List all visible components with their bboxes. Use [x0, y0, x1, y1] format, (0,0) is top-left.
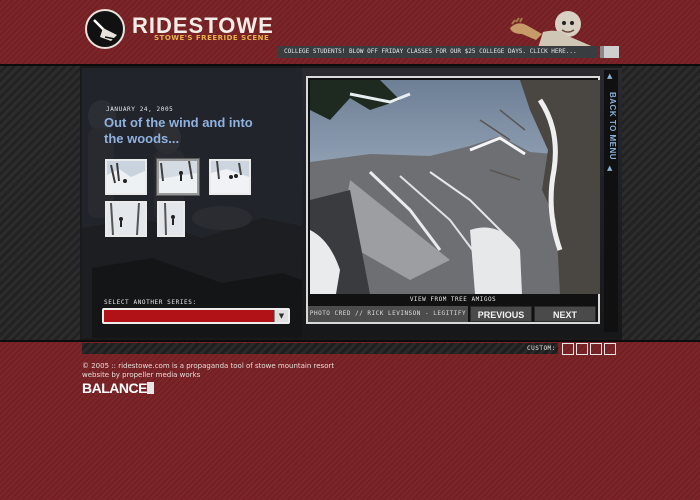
custom-swatch-1[interactable] — [562, 343, 574, 355]
story-headline: Out of the wind and into the woods... — [104, 115, 253, 146]
main-stage: JANUARY 24, 2005 Out of the wind and int… — [0, 64, 700, 342]
balance-logo[interactable]: BALANCE — [82, 380, 147, 396]
triangle-up-icon: ▲ — [607, 72, 613, 80]
custom-swatch-4[interactable] — [604, 343, 616, 355]
footer-credit-link[interactable]: website by propeller media works — [82, 371, 200, 379]
site-header: RIDESTOWE STOWE'S FREERIDE SCENE COLLEGE… — [0, 0, 700, 64]
next-button[interactable]: NEXT — [534, 306, 596, 322]
custom-swatch-3[interactable] — [590, 343, 602, 355]
logo-tagline: STOWE'S FREERIDE SCENE — [154, 34, 270, 42]
featured-photo — [306, 76, 600, 324]
skier-icon — [93, 19, 117, 41]
featured-photo-image — [310, 80, 600, 294]
thumbnail-4-image — [107, 203, 145, 235]
triangle-up-icon: ▲ — [607, 164, 613, 172]
promo-bar-end — [600, 46, 619, 58]
footer-copyright: © 2005 :: ridestowe.com is a propaganda … — [82, 362, 335, 370]
previous-button[interactable]: PREVIOUS — [470, 306, 532, 322]
stage-stripe-right — [622, 66, 700, 340]
series-dropdown[interactable]: ▼ — [102, 308, 290, 324]
thumbnail-5[interactable] — [157, 201, 185, 237]
story-panel: JANUARY 24, 2005 Out of the wind and int… — [82, 68, 622, 338]
thumbnail-1-image — [107, 161, 145, 193]
photo-credit: PHOTO CRED // RICK LEVINSON - LEGITIFY — [308, 306, 468, 322]
thumbnail-4[interactable] — [105, 201, 147, 237]
ridestowe-logo-badge[interactable] — [85, 9, 125, 49]
balance-logo-mark — [147, 382, 154, 394]
thumbnail-2-image — [159, 161, 197, 193]
yeti-mascot-icon — [510, 11, 596, 48]
dropdown-arrow-icon[interactable]: ▼ — [274, 310, 288, 322]
series-select-label: SELECT ANOTHER SERIES: — [104, 299, 197, 306]
back-to-menu-link[interactable]: BACK TO MENU — [605, 92, 617, 162]
story-date: JANUARY 24, 2005 — [106, 106, 174, 113]
promo-link-bar[interactable]: COLLEGE STUDENTS! BLOW OFF FRIDAY CLASSE… — [278, 46, 598, 58]
thumbnail-1[interactable] — [105, 159, 147, 195]
custom-swatch-2[interactable] — [576, 343, 588, 355]
photo-caption: VIEW FROM TREE AMIGOS — [409, 296, 497, 303]
custom-label: CUSTOM: — [527, 345, 556, 352]
thumbnail-3[interactable] — [209, 159, 251, 195]
thumbnail-2[interactable] — [157, 159, 199, 195]
stage-stripe-left — [0, 66, 80, 340]
thumbnail-3-image — [211, 161, 249, 193]
thumbnail-5-image — [159, 203, 183, 235]
custom-bar — [82, 343, 558, 354]
